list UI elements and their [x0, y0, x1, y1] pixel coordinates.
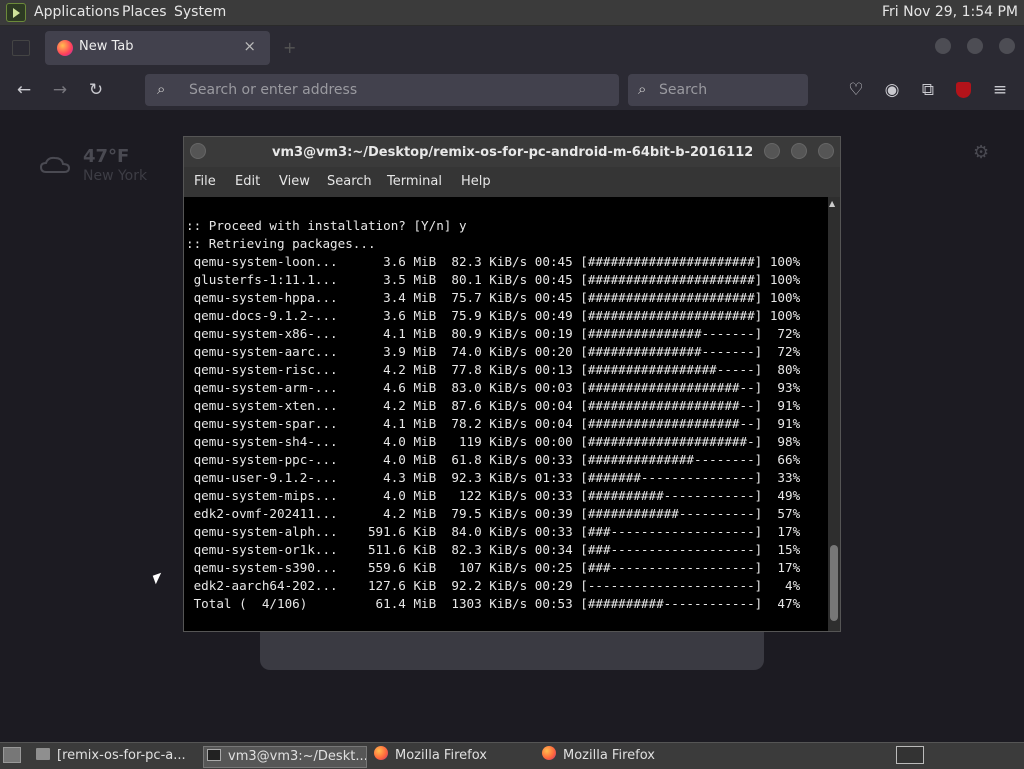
taskbar-item-label: Mozilla Firefox: [395, 748, 487, 763]
maximize-button[interactable]: [967, 38, 983, 54]
tab-title: New Tab: [79, 39, 134, 54]
terminal-line: :: Proceed with installation? [Y/n] y: [186, 218, 467, 233]
scrollbar-thumb[interactable]: [830, 545, 838, 621]
ublock-origin-icon[interactable]: [956, 82, 971, 98]
terminal-line: edk2-ovmf-202411... 4.2 MiB 79.5 KiB/s 0…: [186, 506, 801, 521]
tab-new-tab[interactable]: New Tab ×: [45, 31, 270, 65]
weather-city: New York: [83, 168, 148, 184]
terminal-line: qemu-system-mips... 4.0 MiB 122 KiB/s 00…: [186, 488, 801, 503]
menu-applications[interactable]: Applications: [34, 0, 120, 25]
menu-search[interactable]: Search: [327, 174, 372, 189]
terminal-output[interactable]: :: Proceed with installation? [Y/n] y:: …: [184, 197, 828, 631]
taskbar-item-label: Mozilla Firefox: [563, 748, 655, 763]
terminal-line: qemu-system-aarc... 3.9 MiB 74.0 KiB/s 0…: [186, 344, 801, 359]
terminal-window: vm3@vm3:~/Desktop/remix-os-for-pc-androi…: [183, 136, 841, 632]
terminal-line: Total ( 4/106) 61.4 MiB 1303 KiB/s 00:53…: [186, 596, 801, 611]
hamburger-menu-icon[interactable]: ≡: [990, 80, 1010, 100]
window-menu-button[interactable]: [190, 143, 206, 159]
terminal-line: qemu-system-ppc-... 4.0 MiB 61.8 KiB/s 0…: [186, 452, 801, 467]
taskbar-item-label: vm3@vm3:~/Deskt...: [228, 749, 367, 764]
menu-view[interactable]: View: [279, 174, 310, 189]
account-icon[interactable]: ◉: [882, 80, 902, 100]
tab-close-icon[interactable]: ×: [243, 37, 256, 55]
menu-terminal[interactable]: Terminal: [387, 174, 442, 189]
cloud-icon: [40, 156, 70, 173]
search-icon: ⌕: [638, 80, 647, 98]
taskbar-item-firefox[interactable]: Mozilla Firefox: [374, 746, 534, 766]
terminal-line: qemu-system-spar... 4.1 MiB 78.2 KiB/s 0…: [186, 416, 801, 431]
search-icon: ⌕: [157, 80, 166, 98]
taskbar-item-label: [remix-os-for-pc-a...: [57, 748, 186, 763]
terminal-line: qemu-system-sh4-... 4.0 MiB 119 KiB/s 00…: [186, 434, 801, 449]
terminal-line: qemu-system-loon... 3.6 MiB 82.3 KiB/s 0…: [186, 254, 801, 269]
terminal-title: vm3@vm3:~/Desktop/remix-os-for-pc-androi…: [272, 145, 752, 160]
workspace-switcher[interactable]: [896, 746, 924, 764]
menu-places[interactable]: Places: [122, 0, 167, 25]
terminal-line: qemu-system-hppa... 3.4 MiB 75.7 KiB/s 0…: [186, 290, 801, 305]
terminal-line: qemu-system-risc... 4.2 MiB 77.8 KiB/s 0…: [186, 362, 801, 377]
extensions-icon[interactable]: ⧉: [918, 80, 938, 100]
pocket-icon[interactable]: ♡: [846, 80, 866, 100]
terminal-line: glusterfs-1:11.1... 3.5 MiB 80.1 KiB/s 0…: [186, 272, 801, 287]
new-tab-plus-icon[interactable]: +: [283, 38, 296, 57]
search-bar[interactable]: ⌕ Search: [628, 74, 808, 106]
taskbar-item-terminal[interactable]: vm3@vm3:~/Deskt...: [203, 746, 367, 768]
forward-arrow-icon[interactable]: →: [50, 80, 70, 100]
terminal-minimize-button[interactable]: [764, 143, 780, 159]
firefox-favicon-icon: [57, 40, 73, 56]
firefox-view-icon[interactable]: [12, 40, 30, 56]
scroll-up-arrow-icon[interactable]: ▲: [829, 199, 835, 208]
firefox-icon: [374, 746, 388, 760]
show-desktop-icon[interactable]: [3, 747, 21, 763]
terminal-line: qemu-system-xten... 4.2 MiB 87.6 KiB/s 0…: [186, 398, 801, 413]
menu-file[interactable]: File: [194, 174, 216, 189]
gear-icon[interactable]: ⚙: [973, 142, 989, 163]
address-bar[interactable]: ⌕ Search or enter address: [145, 74, 619, 106]
terminal-line: qemu-system-arm-... 4.6 MiB 83.0 KiB/s 0…: [186, 380, 801, 395]
terminal-line: qemu-system-alph... 591.6 KiB 84.0 KiB/s…: [186, 524, 801, 539]
address-placeholder: Search or enter address: [189, 82, 358, 98]
terminal-line: qemu-system-or1k... 511.6 KiB 82.3 KiB/s…: [186, 542, 801, 557]
close-window-button[interactable]: [999, 38, 1015, 54]
terminal-maximize-button[interactable]: [791, 143, 807, 159]
terminal-menubar: File Edit View Search Terminal Help: [184, 167, 840, 197]
terminal-line: :: Retrieving packages...: [186, 236, 376, 251]
reload-icon[interactable]: ↻: [86, 80, 106, 100]
menu-edit[interactable]: Edit: [235, 174, 260, 189]
menu-system[interactable]: System: [174, 0, 226, 25]
search-placeholder: Search: [659, 82, 708, 98]
top-panel: Applications Places System Fri Nov 29, 1…: [0, 0, 1024, 26]
terminal-icon: [207, 749, 221, 761]
taskbar-item-file-manager[interactable]: [remix-os-for-pc-a...: [36, 746, 196, 766]
taskbar-item-firefox[interactable]: Mozilla Firefox: [542, 746, 702, 766]
terminal-titlebar[interactable]: vm3@vm3:~/Desktop/remix-os-for-pc-androi…: [184, 137, 840, 167]
terminal-close-button[interactable]: [818, 143, 834, 159]
minimize-button[interactable]: [935, 38, 951, 54]
applications-logo-icon[interactable]: [6, 3, 26, 22]
back-arrow-icon[interactable]: ←: [14, 80, 34, 100]
terminal-line: edk2-aarch64-202... 127.6 KiB 92.2 KiB/s…: [186, 578, 801, 593]
terminal-line: qemu-system-x86-... 4.1 MiB 80.9 KiB/s 0…: [186, 326, 801, 341]
terminal-line: qemu-system-s390... 559.6 KiB 107 KiB/s …: [186, 560, 801, 575]
panel-clock[interactable]: Fri Nov 29, 1:54 PM: [882, 0, 1018, 25]
folder-icon: [36, 748, 50, 760]
menu-help[interactable]: Help: [461, 174, 491, 189]
terminal-scrollbar[interactable]: ▲: [828, 197, 840, 631]
terminal-line: qemu-user-9.1.2-... 4.3 MiB 92.3 KiB/s 0…: [186, 470, 801, 485]
firefox-icon: [542, 746, 556, 760]
terminal-line: qemu-docs-9.1.2-... 3.6 MiB 75.9 KiB/s 0…: [186, 308, 801, 323]
terminal-text: :: Proceed with installation? [Y/n] y:: …: [186, 217, 800, 613]
weather-temperature: 47°F: [83, 146, 130, 167]
